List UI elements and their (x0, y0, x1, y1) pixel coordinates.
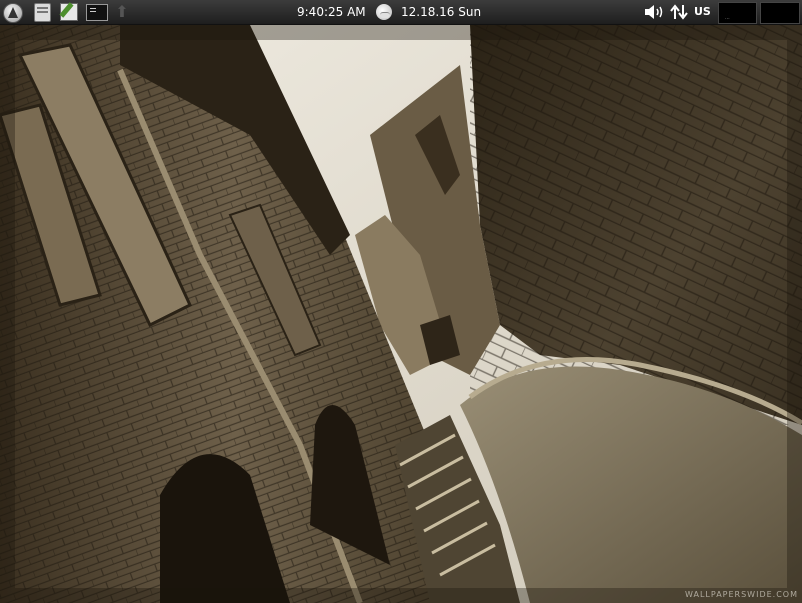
app-menu-button[interactable] (2, 2, 24, 23)
text-editor-launcher[interactable] (59, 2, 79, 22)
terminal-launcher[interactable] (86, 2, 108, 22)
volume-icon[interactable] (644, 4, 666, 20)
text-editor-icon (60, 3, 78, 21)
wallpaper-watermark: WALLPAPERSWIDE.COM (685, 590, 798, 599)
clock-time[interactable]: 9:40:25 AM (297, 4, 366, 20)
tray-applet-2[interactable] (760, 2, 800, 24)
keyboard-layout-indicator[interactable]: US (694, 5, 711, 19)
weather-icon[interactable] (376, 4, 392, 20)
up-arrow-icon: ⬆ (115, 2, 129, 21)
tray-applet[interactable]: ... (718, 2, 757, 24)
desktop-wallpaper (0, 25, 802, 603)
top-panel: ⬆ 9:40:25 AM 12.18.16 Sun US ... (0, 0, 802, 25)
network-icon[interactable] (670, 4, 688, 20)
terminal-icon (86, 4, 108, 21)
file-manager-launcher[interactable] (33, 2, 51, 22)
up-arrow-button[interactable]: ⬆ (113, 2, 131, 22)
app-menu-icon (3, 3, 23, 23)
tray-applet-text: ... (725, 15, 730, 21)
clock-date[interactable]: 12.18.16 Sun (401, 4, 481, 20)
file-manager-icon (34, 3, 51, 22)
